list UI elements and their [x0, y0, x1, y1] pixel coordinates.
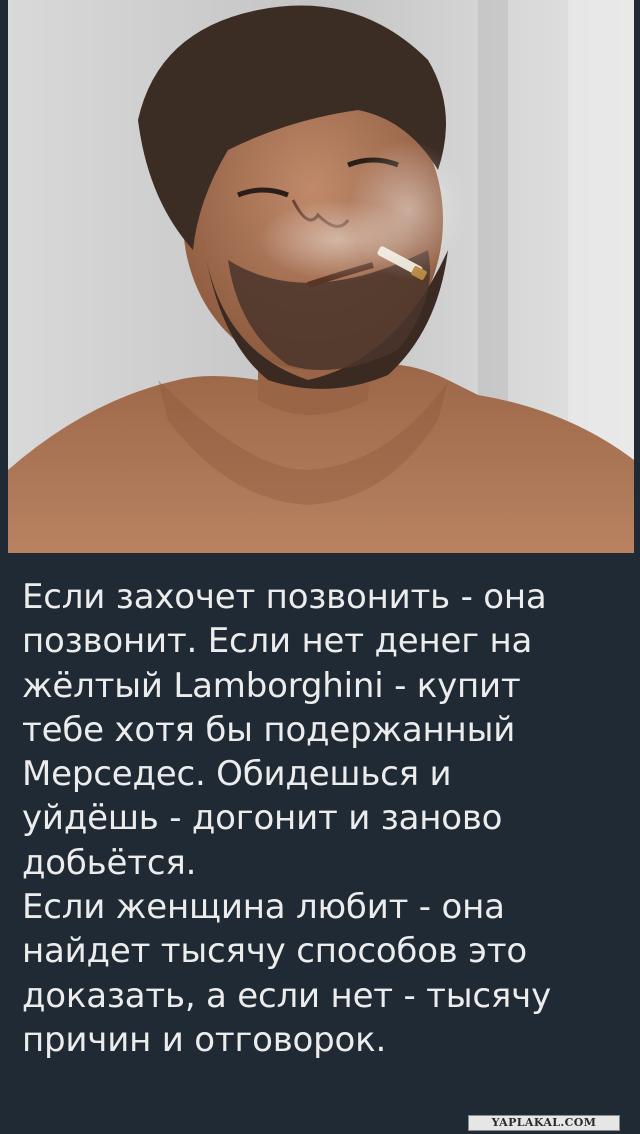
site-watermark: YAPLAKAL.COM [468, 1115, 620, 1131]
post-photo [8, 0, 634, 553]
meme-post: Если захочет позвонить - она позвонит. Е… [0, 0, 640, 1134]
post-caption: Если захочет позвонить - она позвонит. Е… [22, 577, 551, 1060]
